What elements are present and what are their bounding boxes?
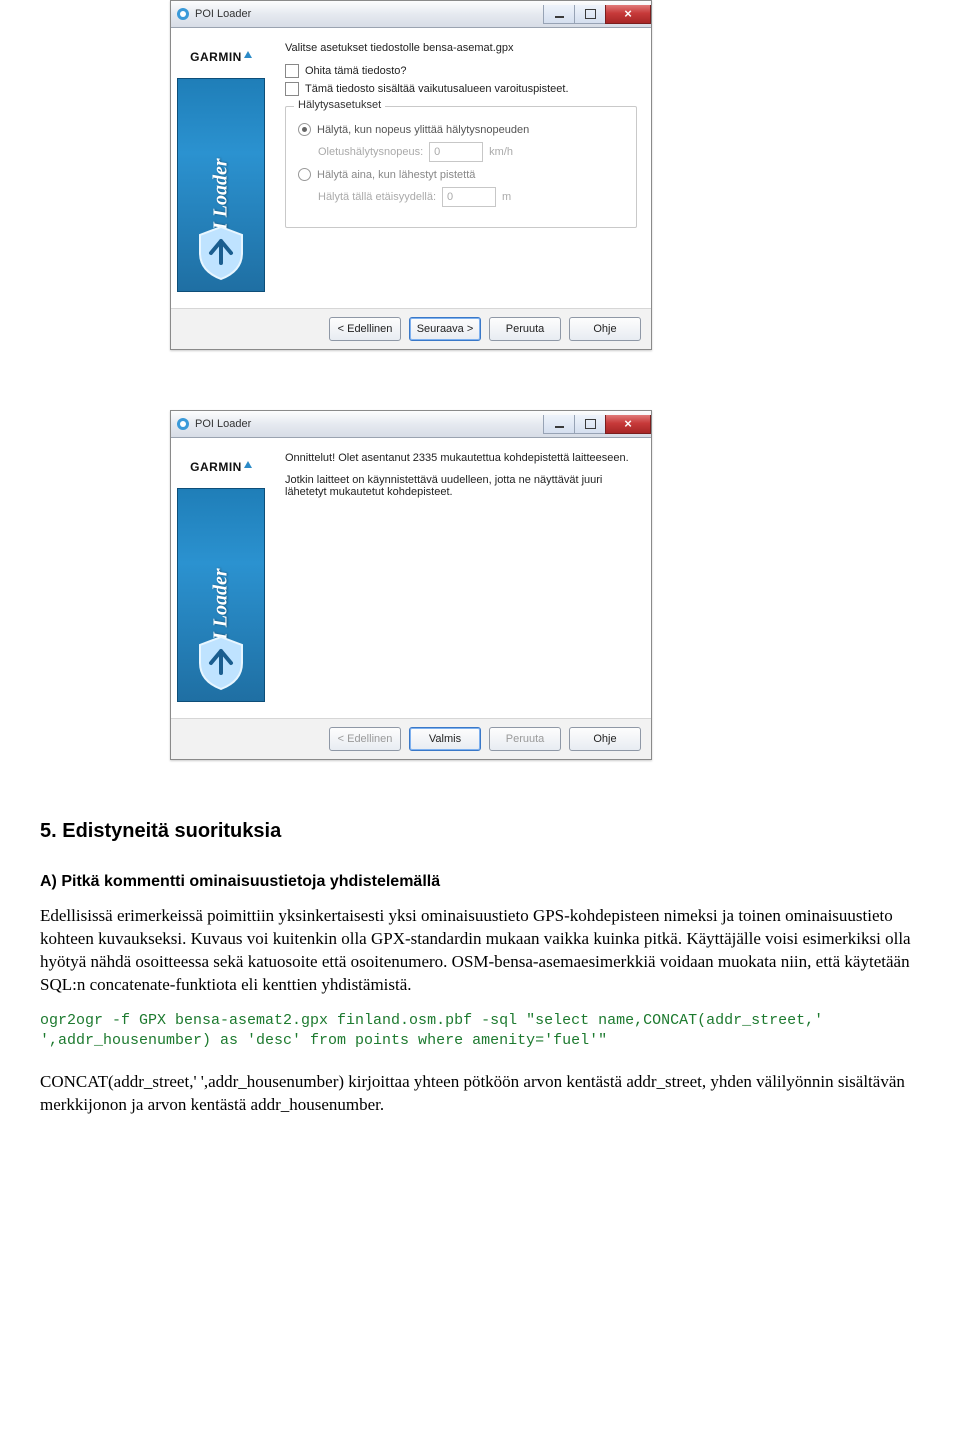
sidebar: GARMIN POI Loader [171, 438, 271, 718]
help-button[interactable]: Ohje [569, 727, 641, 751]
back-button[interactable]: < Edellinen [329, 317, 401, 341]
back-button[interactable]: < Edellinen [329, 727, 401, 751]
dialog-content: Valitse asetukset tiedostolle bensa-asem… [271, 28, 651, 308]
garmin-logo: GARMIN [177, 452, 265, 482]
close-button[interactable]: × [605, 5, 651, 24]
instruction-text: Valitse asetukset tiedostolle bensa-asem… [285, 42, 637, 54]
proximity-checkbox[interactable]: Tämä tiedosto sisältää vaikutusalueen va… [285, 82, 637, 96]
help-button[interactable]: Ohje [569, 317, 641, 341]
titlebar[interactable]: POI Loader × [171, 1, 651, 28]
speed-unit: km/h [489, 146, 513, 158]
window-title: POI Loader [195, 418, 544, 430]
proximity-alert-radio[interactable]: Hälytä aina, kun lähestyt pistettä [298, 168, 624, 181]
paragraph-1: Edellisissä erimerkeissä poimittiin yksi… [40, 905, 920, 997]
radio-icon [298, 168, 311, 181]
button-bar: < Edellinen Valmis Peruuta Ohje [171, 718, 651, 759]
cancel-button[interactable]: Peruuta [489, 727, 561, 751]
distance-unit: m [502, 191, 511, 203]
checkbox-icon [285, 82, 299, 96]
finish-button[interactable]: Valmis [409, 727, 481, 751]
maximize-button[interactable] [574, 415, 606, 434]
distance-label: Hälytä tällä etäisyydellä: [318, 191, 436, 203]
poi-loader-graphic: POI Loader [177, 488, 265, 702]
speed-input[interactable]: 0 [429, 142, 483, 162]
section-heading: 5. Edistyneitä suorituksia [40, 820, 920, 843]
dialog-content: Onnittelut! Olet asentanut 2335 mukautet… [271, 438, 651, 718]
checkbox-icon [285, 64, 299, 78]
restart-note: Jotkin laitteet on käynnistettävä uudell… [285, 474, 637, 498]
button-bar: < Edellinen Seuraava > Peruuta Ohje [171, 308, 651, 349]
distance-input[interactable]: 0 [442, 187, 496, 207]
app-icon [175, 416, 191, 432]
minimize-button[interactable] [543, 415, 575, 434]
window-title: POI Loader [195, 8, 544, 20]
distance-input-row: Hälytä tällä etäisyydellä: 0 m [318, 187, 624, 207]
poi-loader-graphic: POI Loader [177, 78, 265, 292]
next-button[interactable]: Seuraava > [409, 317, 481, 341]
speed-alert-radio[interactable]: Hälytä, kun nopeus ylittää hälytysnopeud… [298, 123, 624, 136]
sidebar: GARMIN POI Loader [171, 28, 271, 308]
speed-label: Oletushälytysnopeus: [318, 146, 423, 158]
shield-icon [194, 633, 248, 691]
congrats-text: Onnittelut! Olet asentanut 2335 mukautet… [285, 452, 637, 464]
garmin-logo: GARMIN [177, 42, 265, 72]
group-legend: Hälytysasetukset [294, 99, 385, 111]
speed-input-row: Oletushälytysnopeus: 0 km/h [318, 142, 624, 162]
code-block: ogr2ogr -f GPX bensa-asemat2.gpx finland… [40, 1011, 920, 1052]
paragraph-2: CONCAT(addr_street,' ',addr_housenumber)… [40, 1071, 920, 1117]
subsection-heading: A) Pitkä kommentti ominaisuustietoja yhd… [40, 873, 920, 891]
cancel-button[interactable]: Peruuta [489, 317, 561, 341]
skip-file-checkbox[interactable]: Ohita tämä tiedosto? [285, 64, 637, 78]
minimize-button[interactable] [543, 5, 575, 24]
close-button[interactable]: × [605, 415, 651, 434]
app-icon [175, 6, 191, 22]
radio-icon [298, 123, 311, 136]
maximize-button[interactable] [574, 5, 606, 24]
titlebar[interactable]: POI Loader × [171, 411, 651, 438]
poi-loader-window-2: POI Loader × GARMIN POI Loader [170, 410, 652, 760]
poi-loader-window-1: POI Loader × GARMIN POI Loader [170, 0, 652, 350]
alert-settings-group: Hälytysasetukset Hälytä, kun nopeus ylit… [285, 106, 637, 228]
shield-icon [194, 223, 248, 281]
